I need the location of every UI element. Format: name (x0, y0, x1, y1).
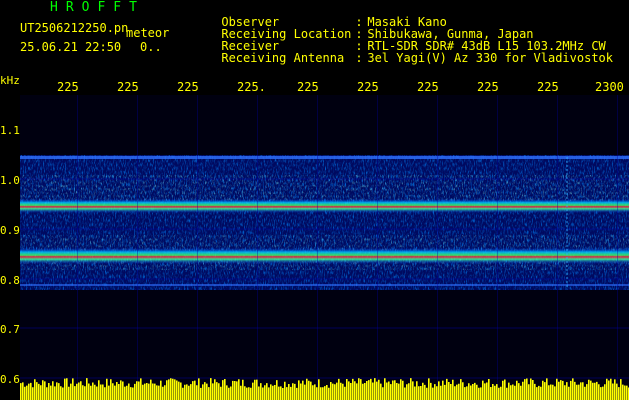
time-tick-label: 225 (117, 80, 139, 94)
info-value: 3el Yagi(V) Az 330 for Vladivostok (367, 51, 613, 65)
file-name: UT2506212250.pn (20, 21, 129, 35)
time-tick-label: 225 (177, 80, 199, 94)
freq-tick-label: 0.7 (0, 323, 20, 336)
freq-tick-label: 0.9 (0, 224, 20, 237)
info-row-observer: Observer: Masaki Kano (178, 4, 613, 28)
time-tick-label: 225 (57, 80, 79, 94)
time-tick-label: 225 (357, 80, 379, 94)
time-tick-label: 225 (417, 80, 439, 94)
info-label: Receiving Antenna (221, 51, 345, 65)
info-separator: : (355, 51, 363, 65)
status-dots: 0.. (140, 40, 162, 54)
app-brand: HROFFT (50, 0, 145, 15)
freq-tick-label: 0.6 (0, 373, 20, 386)
time-tick-label: 225 (297, 80, 319, 94)
station-info: Observer: Masaki Kano Receiving Location:… (178, 4, 613, 64)
freq-tick-label: 0.8 (0, 274, 20, 287)
time-tick-label: 225 (477, 80, 499, 94)
time-tick-label: 225. (237, 80, 266, 94)
freq-tick-label: 1.1 (0, 124, 20, 137)
time-tick-label: 225 (537, 80, 559, 94)
meteor-label: meteor (126, 26, 170, 40)
date-time: 25.06.21 22:50 (20, 40, 122, 54)
frequency-unit: kHz (0, 74, 20, 87)
time-grid (20, 95, 629, 400)
freq-tick-label: 1.0 (0, 174, 20, 187)
spectrogram-plot (20, 95, 629, 400)
hrofft-window: HROFFT UT2506212250.pn meteor 25.06.21 2… (0, 0, 629, 400)
time-tick-label: 2300 (595, 80, 624, 94)
